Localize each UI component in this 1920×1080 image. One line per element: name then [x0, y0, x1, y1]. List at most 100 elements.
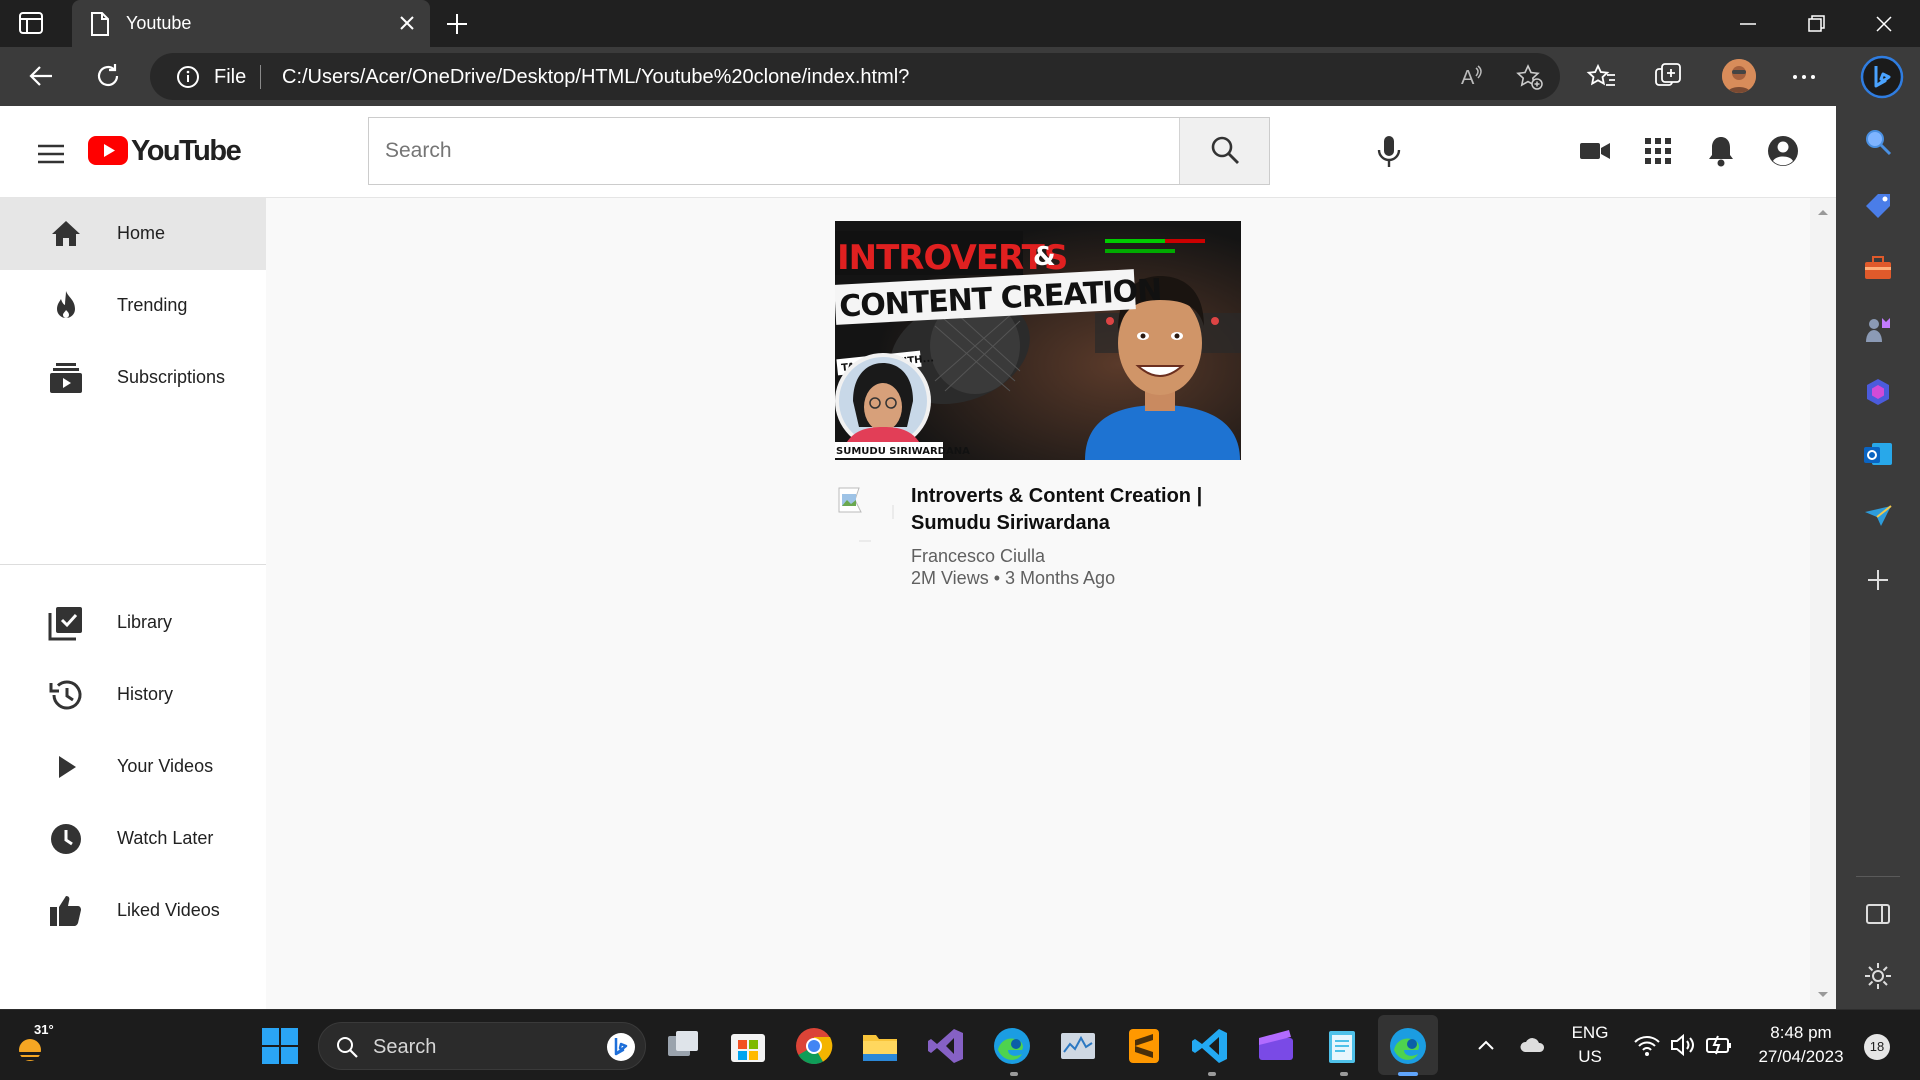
library-icon: [48, 605, 84, 641]
page-viewport: YouTube Home: [0, 106, 1836, 1009]
bing-icon: [605, 1031, 637, 1063]
temperature-badge: 31°: [34, 1022, 54, 1037]
sidebar-item-label: History: [117, 684, 174, 704]
account-icon[interactable]: [1766, 134, 1800, 168]
sidebar-item-trending[interactable]: Trending: [0, 270, 266, 342]
youtube-logo-icon[interactable]: [88, 136, 132, 166]
task-view-icon[interactable]: [664, 1026, 704, 1066]
url-text[interactable]: C:/Users/Acer/OneDrive/Desktop/HTML/Yout…: [282, 66, 909, 89]
minimize-icon[interactable]: [1736, 12, 1760, 36]
home-icon: [48, 216, 84, 252]
microsoft-365-icon[interactable]: [1862, 376, 1894, 408]
video-title[interactable]: Introverts & Content Creation | Sumudu S…: [911, 483, 1221, 537]
youtube-sidebar: Home Trending Subscriptions Library Hist…: [0, 198, 266, 1009]
sidebar-item-label: Trending: [117, 295, 188, 315]
windows-start-icon[interactable]: [260, 1026, 300, 1066]
running-indicator: [1010, 1072, 1018, 1076]
restore-icon[interactable]: [1804, 12, 1828, 36]
taskbar-search-label: Search: [373, 1036, 437, 1058]
close-window-icon[interactable]: [1872, 12, 1896, 36]
read-aloud-icon[interactable]: A: [1458, 63, 1486, 91]
collections-icon[interactable]: [1652, 61, 1684, 93]
favorites-icon[interactable]: [1586, 61, 1618, 93]
taskbar-search[interactable]: Search: [318, 1022, 646, 1070]
address-divider: [260, 65, 261, 89]
resource-monitor-icon[interactable]: [1058, 1026, 1098, 1066]
outlook-icon[interactable]: [1862, 438, 1894, 470]
info-icon[interactable]: [176, 65, 200, 89]
chrome-icon[interactable]: [794, 1026, 834, 1066]
sidebar-item-label: Home: [117, 223, 166, 243]
refresh-icon[interactable]: [92, 60, 124, 92]
battery-icon[interactable]: [1704, 1030, 1734, 1060]
sublime-text-icon[interactable]: [1124, 1026, 1164, 1066]
tab-actions-icon[interactable]: [18, 11, 44, 35]
browser-toolbar: File C:/Users/Acer/OneDrive/Desktop/HTML…: [0, 47, 1920, 106]
sidebar-item-history[interactable]: History: [0, 659, 266, 731]
search-button[interactable]: [1179, 118, 1269, 184]
active-indicator: [1398, 1072, 1418, 1076]
more-options-icon[interactable]: [1788, 61, 1820, 93]
notepad-icon[interactable]: [1322, 1026, 1362, 1066]
file-explorer-icon[interactable]: [860, 1026, 900, 1066]
edge-icon[interactable]: [992, 1026, 1032, 1066]
region-indicator[interactable]: US: [1570, 1047, 1610, 1067]
create-video-icon[interactable]: [1578, 134, 1612, 168]
visual-studio-icon[interactable]: [926, 1026, 966, 1066]
settings-gear-icon[interactable]: [1862, 960, 1894, 992]
close-tab-icon[interactable]: [398, 14, 416, 32]
microphone-icon[interactable]: [1374, 134, 1404, 170]
new-tab-icon[interactable]: [444, 11, 470, 37]
vscode-icon[interactable]: [1190, 1026, 1230, 1066]
channel-name[interactable]: Francesco Ciulla: [911, 546, 1045, 567]
subscriptions-icon: [48, 360, 84, 396]
add-icon[interactable]: [1862, 564, 1894, 596]
page-scrollbar[interactable]: [1810, 198, 1836, 1009]
apps-grid-icon[interactable]: [1641, 134, 1675, 168]
sidebar-item-your-videos[interactable]: Your Videos: [0, 731, 266, 803]
channel-avatar[interactable]: [835, 483, 895, 543]
video-thumbnail[interactable]: INTROVERTS & CONTENT CREATION TALKING WI…: [835, 221, 1241, 460]
menu-icon[interactable]: [36, 142, 66, 166]
back-icon[interactable]: [26, 60, 58, 92]
running-indicator: [1340, 1072, 1348, 1076]
sidebar-item-home[interactable]: Home: [0, 198, 266, 270]
tools-briefcase-icon[interactable]: [1862, 252, 1894, 284]
games-icon[interactable]: [1862, 314, 1894, 346]
sidebar-item-library[interactable]: Library: [0, 587, 266, 659]
microsoft-store-icon[interactable]: [728, 1026, 768, 1066]
send-plane-icon[interactable]: [1862, 500, 1894, 532]
notification-count-badge[interactable]: 18: [1864, 1034, 1890, 1060]
clipchamp-icon[interactable]: [1256, 1026, 1296, 1066]
clock-date[interactable]: 27/04/2023: [1746, 1047, 1856, 1067]
add-favorite-icon[interactable]: [1516, 63, 1544, 91]
wifi-icon[interactable]: [1632, 1030, 1662, 1060]
chevron-up-icon[interactable]: [1472, 1030, 1500, 1060]
volume-icon[interactable]: [1668, 1030, 1698, 1060]
play-icon: [48, 749, 84, 785]
address-bar[interactable]: File C:/Users/Acer/OneDrive/Desktop/HTML…: [150, 53, 1560, 100]
fire-icon: [48, 288, 84, 324]
video-meta: 2M Views • 3 Months Ago: [911, 568, 1116, 588]
sidebar-toggle-icon[interactable]: [1862, 898, 1894, 930]
address-scheme: File: [214, 66, 247, 88]
browser-tab-strip: Youtube: [0, 0, 1920, 47]
sidebar-item-label: Your Videos: [117, 756, 214, 776]
search-input[interactable]: [369, 118, 1269, 184]
language-indicator[interactable]: ENG: [1570, 1023, 1610, 1043]
shopping-tag-icon[interactable]: [1862, 190, 1894, 222]
onedrive-cloud-icon[interactable]: [1518, 1030, 1548, 1060]
youtube-logo-text[interactable]: YouTube: [131, 135, 242, 168]
youtube-header: YouTube: [0, 106, 1836, 198]
sidebar-item-watch-later[interactable]: Watch Later: [0, 803, 266, 875]
search-icon[interactable]: [1862, 126, 1894, 158]
browser-tab[interactable]: Youtube: [72, 0, 430, 47]
bing-copilot-icon[interactable]: [1860, 55, 1904, 99]
notifications-bell-icon[interactable]: [1704, 134, 1738, 168]
edge-active-icon[interactable]: [1388, 1026, 1428, 1066]
profile-avatar[interactable]: [1722, 59, 1756, 93]
sidebar-item-subscriptions[interactable]: Subscriptions: [0, 342, 266, 414]
sidebar-item-liked-videos[interactable]: Liked Videos: [0, 875, 266, 947]
search-icon: [1211, 136, 1239, 164]
clock-time[interactable]: 8:48 pm: [1746, 1023, 1856, 1043]
